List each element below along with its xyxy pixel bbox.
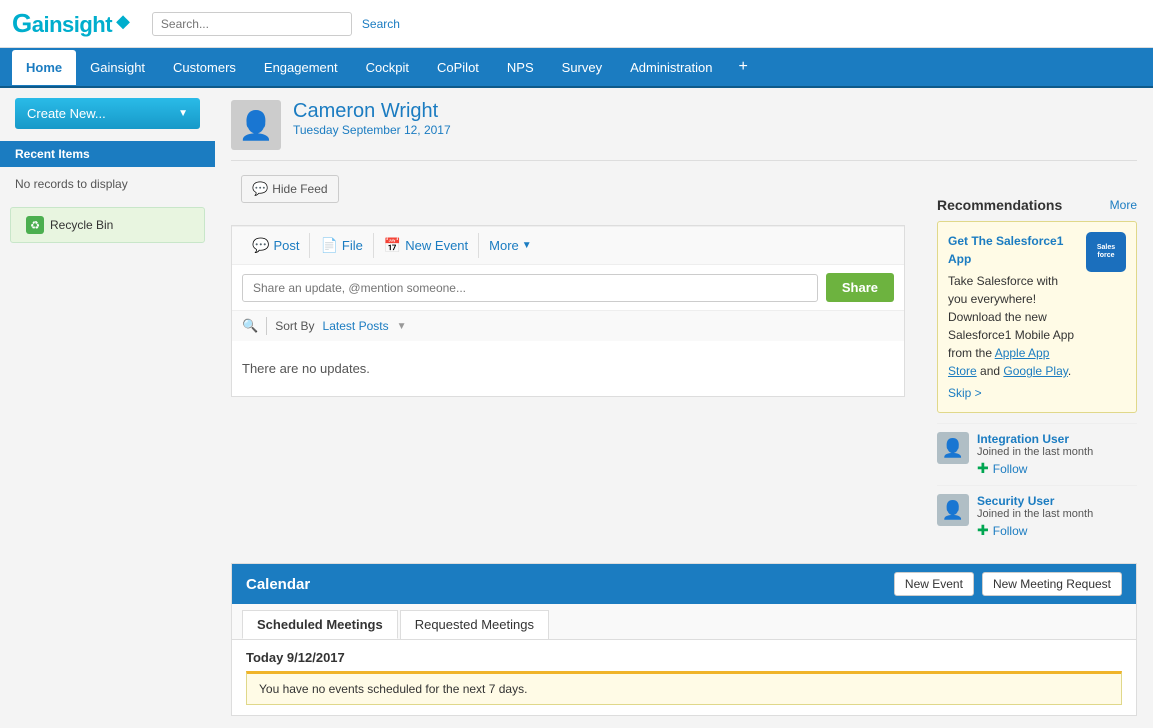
more-button[interactable]: More ▼ [479,234,542,257]
profile-section: 👤 Cameron Wright Tuesday September 12, 2… [231,100,1137,161]
nav-item-cockpit[interactable]: Cockpit [352,50,423,85]
nav-item-administration[interactable]: Administration [616,50,726,85]
feed-section: 💬 Post 📄 File 📅 New Event More [231,225,905,397]
recommendations-title: Recommendations [937,197,1062,213]
file-button[interactable]: 📄 File [310,233,373,258]
user-avatar-icon: 👤 [942,438,964,459]
calendar-today-label: Today 9/12/2017 [246,650,1122,665]
security-user-sub: Joined in the last month [977,508,1093,520]
main-layout: Create New... ▼ Recent Items No records … [0,88,1153,728]
create-new-chevron-icon: ▼ [178,108,188,119]
recycle-bin-icon: ♻ [26,216,44,234]
event-icon: 📅 [384,237,401,254]
post-icon: 💬 [252,237,269,254]
sidebar: Create New... ▼ Recent Items No records … [0,88,215,728]
sf-banner-content: Get The Salesforce1 App Take Salesforce … [948,232,1078,402]
user-icon: 👤 [239,109,274,142]
recycle-bin-label: Recycle Bin [50,218,113,232]
nav-plus-button[interactable]: + [727,48,760,86]
recommendations-more-button[interactable]: More [1110,198,1137,212]
sf-skip-link[interactable]: Skip > [948,384,982,402]
calendar-section: Calendar New Event New Meeting Request S… [231,563,1137,716]
sf-google-play-link[interactable]: Google Play [1003,364,1067,378]
search-bar: Search [152,12,406,36]
hide-feed-button[interactable]: 💬 Hide Feed [241,175,339,203]
more-chevron-icon: ▼ [522,240,532,251]
rec-avatar-integration: 👤 [937,432,969,464]
follow-plus-icon-2: ✚ [977,522,989,539]
nav-item-gainsight[interactable]: Gainsight [76,50,159,85]
nav-item-copilot[interactable]: CoPilot [423,50,493,85]
profile-name: Cameron Wright [293,100,451,123]
no-records-text: No records to display [0,171,215,197]
sort-label: Sort By [275,319,314,333]
no-updates-text: There are no updates. [232,341,904,396]
calendar-title: Calendar [246,576,310,593]
tab-requested-meetings[interactable]: Requested Meetings [400,610,549,639]
calendar-no-events: You have no events scheduled for the nex… [246,671,1122,705]
logo-text: Gainsight [12,8,112,39]
salesforce-banner: Get The Salesforce1 App Take Salesforce … [937,221,1137,413]
sort-value-button[interactable]: Latest Posts [323,319,389,333]
recommendations-panel: Recommendations More Get The Salesforce1… [937,197,1137,547]
nav-item-customers[interactable]: Customers [159,50,250,85]
tab-scheduled-meetings[interactable]: Scheduled Meetings [242,610,398,639]
nav-bar: Home Gainsight Customers Engagement Cock… [0,48,1153,88]
calendar-tabs: Scheduled Meetings Requested Meetings [232,604,1136,640]
rec-user-security: 👤 Security User Joined in the last month… [937,485,1137,547]
rec-user-info-security: Security User Joined in the last month ✚… [977,494,1093,539]
follow-security-button[interactable]: ✚ Follow [977,522,1093,539]
sf-banner-and: and [980,364,1003,378]
recent-items-header: Recent Items [0,141,215,167]
salesforce-logo: Salesforce [1086,232,1126,272]
recycle-bin-item[interactable]: ♻ Recycle Bin [10,207,205,243]
salesforce-logo-text: Salesforce [1097,244,1115,261]
profile-info: Cameron Wright Tuesday September 12, 201… [293,100,451,137]
recommendations-header: Recommendations More [937,197,1137,213]
integration-user-sub: Joined in the last month [977,446,1093,458]
search-button[interactable]: Search [356,13,406,35]
new-event-cal-button[interactable]: New Event [894,572,974,596]
share-input[interactable] [242,274,818,302]
feed-icon: 💬 [252,181,268,197]
sort-search-icon: 🔍 [242,318,258,334]
top-bar: Gainsight ◆ Search [0,0,1153,48]
sort-divider [266,317,267,335]
calendar-actions: New Event New Meeting Request [894,572,1122,596]
avatar: 👤 [231,100,281,150]
share-button[interactable]: Share [826,273,894,302]
search-input[interactable] [152,12,352,36]
content-area: 👤 Cameron Wright Tuesday September 12, 2… [215,88,1153,728]
rec-user-info-integration: Integration User Joined in the last mont… [977,432,1093,477]
profile-date: Tuesday September 12, 2017 [293,123,451,137]
sf-banner-title: Get The Salesforce1 App [948,232,1078,268]
nav-item-home[interactable]: Home [12,50,76,85]
rec-user-integration: 👤 Integration User Joined in the last mo… [937,423,1137,485]
follow-integration-button[interactable]: ✚ Follow [977,460,1093,477]
post-toolbar: 💬 Post 📄 File 📅 New Event More [232,226,904,265]
follow-plus-icon: ✚ [977,460,989,477]
security-user-name[interactable]: Security User [977,494,1093,508]
sort-chevron-icon: ▼ [397,321,407,332]
calendar-header: Calendar New Event New Meeting Request [232,564,1136,604]
sort-bar: 🔍 Sort By Latest Posts ▼ [232,310,904,341]
feed-main: 💬 Hide Feed 💬 Post 📄 File [231,161,905,397]
new-event-button[interactable]: 📅 New Event [374,233,479,258]
user-avatar-icon-2: 👤 [942,500,964,521]
rec-avatar-security: 👤 [937,494,969,526]
create-new-button[interactable]: Create New... ▼ [15,98,200,129]
logo: Gainsight ◆ [12,8,130,39]
feed-recommendations-wrapper: 💬 Hide Feed 💬 Post 📄 File [231,161,1137,547]
calendar-body: Today 9/12/2017 You have no events sched… [232,640,1136,715]
file-icon: 📄 [320,237,337,254]
integration-user-name[interactable]: Integration User [977,432,1093,446]
nav-item-engagement[interactable]: Engagement [250,50,352,85]
share-bar: Share [232,265,904,310]
post-button[interactable]: 💬 Post [242,233,310,258]
new-meeting-request-button[interactable]: New Meeting Request [982,572,1122,596]
nav-item-survey[interactable]: Survey [548,50,616,85]
nav-item-nps[interactable]: NPS [493,50,548,85]
